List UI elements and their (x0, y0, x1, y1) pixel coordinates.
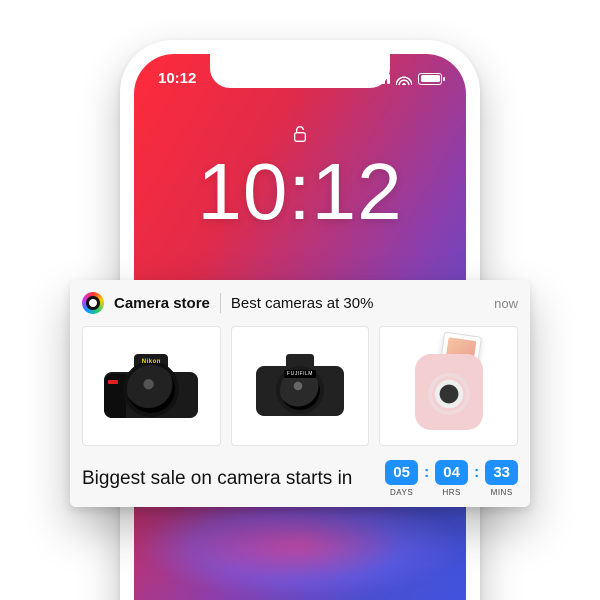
notification-timestamp: now (494, 296, 518, 311)
divider (220, 293, 221, 313)
countdown-days: 05 DAYS (385, 460, 418, 497)
push-notification-card[interactable]: Camera store Best cameras at 30% now Nik… (70, 280, 530, 507)
product-card[interactable]: FUJIFILM (231, 326, 370, 446)
app-icon (82, 292, 104, 314)
countdown-hours-label: HRS (435, 488, 468, 497)
battery-icon (418, 73, 442, 85)
app-name: Camera store (114, 295, 210, 312)
product-brand: FUJIFILM (284, 370, 316, 378)
countdown-hours: 04 HRS (435, 460, 468, 497)
product-carousel[interactable]: Nikon FUJIFILM (82, 326, 518, 446)
wallpaper-glow (135, 510, 465, 600)
countdown-row: Biggest sale on camera starts in 05 DAYS… (82, 460, 518, 497)
countdown-separator: : (424, 460, 429, 482)
status-time: 10:12 (158, 70, 196, 87)
product-brand: Nikon (142, 359, 161, 365)
countdown-separator: : (474, 460, 479, 482)
status-indicators (372, 73, 442, 85)
camera-dslr-image: Nikon (96, 346, 206, 426)
countdown-hours-value: 04 (435, 460, 468, 485)
countdown-mins: 33 MINS (485, 460, 518, 497)
countdown-mins-label: MINS (485, 488, 518, 497)
countdown-mins-value: 33 (485, 460, 518, 485)
lockscreen-time: 10:12 (134, 146, 466, 238)
notification-title: Best cameras at 30% (231, 295, 484, 312)
camera-mirrorless-image: FUJIFILM (250, 350, 350, 422)
product-card[interactable] (379, 326, 518, 446)
camera-instant-image (409, 336, 489, 436)
countdown-timer: 05 DAYS : 04 HRS : 33 MINS (385, 460, 518, 497)
countdown-days-label: DAYS (385, 488, 418, 497)
sale-text: Biggest sale on camera starts in (82, 468, 352, 490)
wifi-icon (396, 73, 412, 85)
product-card[interactable]: Nikon (82, 326, 221, 446)
countdown-days-value: 05 (385, 460, 418, 485)
notification-header: Camera store Best cameras at 30% now (82, 292, 518, 314)
status-bar: 10:12 (134, 70, 466, 87)
cellular-signal-icon (372, 74, 390, 84)
